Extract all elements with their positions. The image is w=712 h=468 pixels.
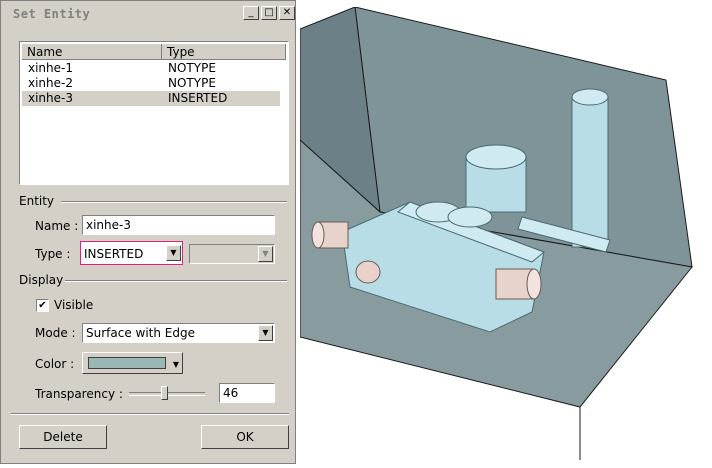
close-button[interactable]: ✕ <box>279 6 295 20</box>
3d-scene <box>299 6 704 460</box>
mode-label: Mode : <box>35 326 76 340</box>
vertical-pipe <box>571 96 609 248</box>
mode-select-value: Surface with Edge <box>86 326 196 340</box>
dialog-title: Set Entity <box>13 7 91 21</box>
display-divider <box>65 280 287 282</box>
list-item-type: NOTYPE <box>168 76 216 90</box>
list-item-selected[interactable]: xinhe-3 INSERTED <box>22 91 280 106</box>
transparency-input[interactable]: 46 <box>219 383 275 403</box>
list-item-name: xinhe-1 <box>28 61 73 75</box>
color-label: Color : <box>35 357 75 371</box>
display-section-label: Display <box>19 273 64 287</box>
visible-label: Visible <box>54 298 94 312</box>
name-label: Name : <box>35 219 79 233</box>
chevron-down-icon[interactable]: ▼ <box>258 325 273 341</box>
list-item-type: INSERTED <box>168 91 228 105</box>
set-entity-dialog: Set Entity _ □ ✕ Name Type xinhe-1 NOTYP… <box>0 0 296 464</box>
mode-select[interactable]: Surface with Edge ▼ <box>82 323 275 343</box>
ok-button[interactable]: OK <box>201 425 289 449</box>
minimize-button[interactable]: _ <box>243 6 259 20</box>
list-item[interactable]: xinhe-2 NOTYPE <box>22 76 280 91</box>
3d-viewport[interactable] <box>299 6 704 460</box>
chevron-down-icon[interactable]: ▼ <box>258 246 273 262</box>
list-item-type: NOTYPE <box>168 61 216 75</box>
type-select-value: INSERTED <box>84 247 144 261</box>
type-select[interactable]: INSERTED ▼ <box>80 241 183 265</box>
entity-list[interactable]: Name Type xinhe-1 NOTYPE xinhe-2 NOTYPE … <box>19 41 289 185</box>
list-item-name: xinhe-3 <box>28 91 73 105</box>
color-picker-button[interactable]: ▼ <box>82 352 183 374</box>
color-swatch <box>88 357 166 369</box>
transparency-label: Transparency : <box>35 387 123 401</box>
entity-divider <box>61 201 287 203</box>
list-item-name: xinhe-2 <box>28 76 73 90</box>
type-label: Type : <box>35 247 71 261</box>
name-input[interactable]: xinhe-3 <box>82 215 275 235</box>
list-item[interactable]: xinhe-1 NOTYPE <box>22 61 280 76</box>
list-header: Name Type <box>22 44 286 60</box>
column-header-type[interactable]: Type <box>162 44 286 60</box>
subtype-select[interactable]: ▼ <box>189 244 275 264</box>
visible-checkbox[interactable]: ✔ <box>36 299 49 312</box>
title-bar[interactable]: Set Entity _ □ ✕ <box>3 3 295 25</box>
front-pin <box>355 260 381 284</box>
transparency-slider-thumb[interactable] <box>161 386 168 400</box>
delete-button[interactable]: Delete <box>19 425 107 449</box>
entity-section-label: Entity <box>19 194 55 208</box>
chevron-down-icon: ▼ <box>172 360 179 369</box>
maximize-button[interactable]: □ <box>261 6 277 20</box>
column-header-name[interactable]: Name <box>22 44 162 60</box>
chevron-down-icon[interactable]: ▼ <box>166 245 181 261</box>
button-divider <box>11 413 289 415</box>
